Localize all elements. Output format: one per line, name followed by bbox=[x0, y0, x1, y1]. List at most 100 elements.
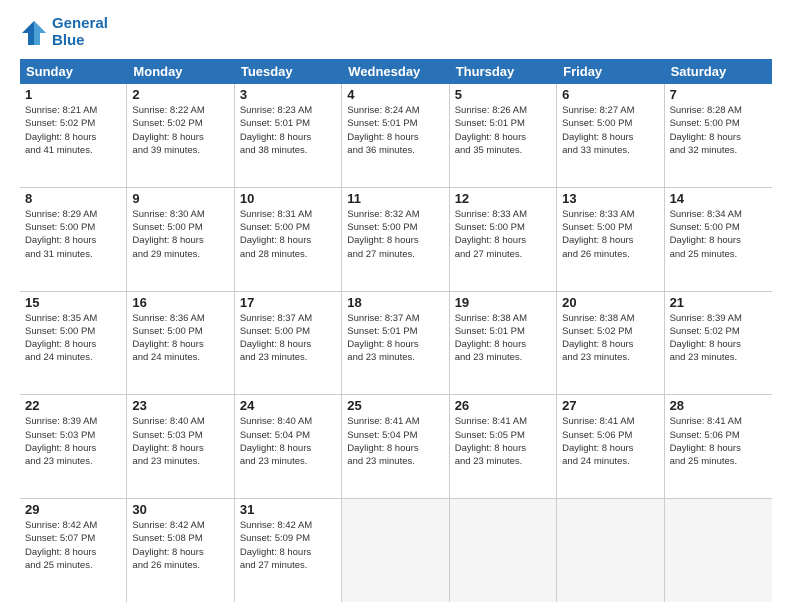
cell-line: Daylight: 8 hours bbox=[455, 338, 551, 351]
calendar-cell: 11Sunrise: 8:32 AMSunset: 5:00 PMDayligh… bbox=[342, 188, 449, 291]
cell-line: Daylight: 8 hours bbox=[347, 131, 443, 144]
cell-line: Sunset: 5:02 PM bbox=[132, 117, 228, 130]
calendar-cell: 3Sunrise: 8:23 AMSunset: 5:01 PMDaylight… bbox=[235, 84, 342, 187]
cell-line: Sunrise: 8:26 AM bbox=[455, 104, 551, 117]
cell-line: and 23 minutes. bbox=[562, 351, 658, 364]
calendar-cell: 24Sunrise: 8:40 AMSunset: 5:04 PMDayligh… bbox=[235, 395, 342, 498]
cell-line: and 39 minutes. bbox=[132, 144, 228, 157]
cell-line: Sunset: 5:02 PM bbox=[670, 325, 767, 338]
calendar-row: 1Sunrise: 8:21 AMSunset: 5:02 PMDaylight… bbox=[20, 84, 772, 188]
cell-info: Sunrise: 8:41 AMSunset: 5:04 PMDaylight:… bbox=[347, 415, 443, 468]
cell-line: Sunrise: 8:31 AM bbox=[240, 208, 336, 221]
cell-info: Sunrise: 8:41 AMSunset: 5:05 PMDaylight:… bbox=[455, 415, 551, 468]
calendar-cell bbox=[342, 499, 449, 602]
cell-line: Sunrise: 8:39 AM bbox=[25, 415, 121, 428]
cell-line: Sunrise: 8:37 AM bbox=[240, 312, 336, 325]
calendar-cell: 1Sunrise: 8:21 AMSunset: 5:02 PMDaylight… bbox=[20, 84, 127, 187]
cell-line: and 23 minutes. bbox=[240, 455, 336, 468]
cell-line: Sunset: 5:00 PM bbox=[240, 325, 336, 338]
calendar-cell bbox=[665, 499, 772, 602]
header-day: Thursday bbox=[450, 59, 557, 84]
day-number: 25 bbox=[347, 398, 443, 413]
day-number: 27 bbox=[562, 398, 658, 413]
day-number: 14 bbox=[670, 191, 767, 206]
header: General Blue bbox=[20, 16, 772, 49]
cell-line: Sunrise: 8:22 AM bbox=[132, 104, 228, 117]
cell-line: Sunrise: 8:38 AM bbox=[562, 312, 658, 325]
cell-line: Sunset: 5:02 PM bbox=[562, 325, 658, 338]
cell-line: Daylight: 8 hours bbox=[240, 442, 336, 455]
header-day: Friday bbox=[557, 59, 664, 84]
cell-line: and 23 minutes. bbox=[455, 455, 551, 468]
cell-info: Sunrise: 8:40 AMSunset: 5:03 PMDaylight:… bbox=[132, 415, 228, 468]
cell-line: Sunrise: 8:30 AM bbox=[132, 208, 228, 221]
cell-line: and 41 minutes. bbox=[25, 144, 121, 157]
cell-line: Sunset: 5:08 PM bbox=[132, 532, 228, 545]
cell-line: and 28 minutes. bbox=[240, 248, 336, 261]
calendar-cell: 12 Sunrise: 8:33 AMSunset: 5:00 PMDayligh… bbox=[450, 188, 557, 291]
calendar-cell: 4Sunrise: 8:24 AMSunset: 5:01 PMDaylight… bbox=[342, 84, 449, 187]
day-number: 22 bbox=[25, 398, 121, 413]
cell-line: Sunset: 5:09 PM bbox=[240, 532, 336, 545]
cell-line: Sunset: 5:03 PM bbox=[132, 429, 228, 442]
header-day: Tuesday bbox=[235, 59, 342, 84]
cell-info: Sunrise: 8:23 AMSunset: 5:01 PMDaylight:… bbox=[240, 104, 336, 157]
calendar-cell: 21Sunrise: 8:39 AMSunset: 5:02 PMDayligh… bbox=[665, 292, 772, 395]
calendar-cell: 5Sunrise: 8:26 AMSunset: 5:01 PMDaylight… bbox=[450, 84, 557, 187]
calendar-cell: 29Sunrise: 8:42 AMSunset: 5:07 PMDayligh… bbox=[20, 499, 127, 602]
cell-line: Daylight: 8 hours bbox=[240, 131, 336, 144]
cell-line: Daylight: 8 hours bbox=[240, 546, 336, 559]
cell-line: Sunset: 5:01 PM bbox=[240, 117, 336, 130]
cell-line: Daylight: 8 hours bbox=[132, 131, 228, 144]
cell-info: Sunrise: 8:22 AMSunset: 5:02 PMDaylight:… bbox=[132, 104, 228, 157]
cell-line: and 35 minutes. bbox=[455, 144, 551, 157]
cell-line: Daylight: 8 hours bbox=[455, 131, 551, 144]
day-number: 9 bbox=[132, 191, 228, 206]
header-day: Sunday bbox=[20, 59, 127, 84]
cell-line: Daylight: 8 hours bbox=[562, 234, 658, 247]
cell-line: Sunset: 5:00 PM bbox=[25, 221, 121, 234]
cell-line: Sunset: 5:00 PM bbox=[25, 325, 121, 338]
cell-line: Daylight: 8 hours bbox=[132, 338, 228, 351]
cell-line: Sunrise: 8:34 AM bbox=[670, 208, 767, 221]
day-number: 4 bbox=[347, 87, 443, 102]
day-number: 23 bbox=[132, 398, 228, 413]
cell-line: Daylight: 8 hours bbox=[25, 442, 121, 455]
cell-line: Sunset: 5:01 PM bbox=[347, 117, 443, 130]
day-number: 7 bbox=[670, 87, 767, 102]
cell-line: Daylight: 8 hours bbox=[455, 234, 551, 247]
calendar-header: SundayMondayTuesdayWednesdayThursdayFrid… bbox=[20, 59, 772, 84]
cell-line: Sunset: 5:06 PM bbox=[670, 429, 767, 442]
cell-line: Sunrise: 8:41 AM bbox=[670, 415, 767, 428]
cell-info: Sunrise: 8:34 AMSunset: 5:00 PMDaylight:… bbox=[670, 208, 767, 261]
day-number: 12 bbox=[455, 191, 551, 206]
cell-info: Sunrise: 8:30 AMSunset: 5:00 PMDaylight:… bbox=[132, 208, 228, 261]
cell-line: Sunset: 5:03 PM bbox=[25, 429, 121, 442]
day-number: 8 bbox=[25, 191, 121, 206]
day-number: 16 bbox=[132, 295, 228, 310]
cell-line: Daylight: 8 hours bbox=[25, 546, 121, 559]
cell-line: and 24 minutes. bbox=[132, 351, 228, 364]
cell-line: and 26 minutes. bbox=[132, 559, 228, 572]
cell-info: Sunrise: 8:21 AMSunset: 5:02 PMDaylight:… bbox=[25, 104, 121, 157]
cell-info: Sunrise: 8:33 AMSunset: 5:00 PMDaylight:… bbox=[455, 208, 551, 261]
cell-line: Daylight: 8 hours bbox=[347, 234, 443, 247]
cell-line: Sunset: 5:02 PM bbox=[25, 117, 121, 130]
calendar-cell: 17Sunrise: 8:37 AMSunset: 5:00 PMDayligh… bbox=[235, 292, 342, 395]
cell-line: and 23 minutes. bbox=[132, 455, 228, 468]
cell-line: Sunset: 5:00 PM bbox=[132, 325, 228, 338]
cell-info: Sunrise: 8:38 AMSunset: 5:02 PMDaylight:… bbox=[562, 312, 658, 365]
cell-line: and 23 minutes. bbox=[347, 351, 443, 364]
cell-info: Sunrise: 8:37 AMSunset: 5:01 PMDaylight:… bbox=[347, 312, 443, 365]
cell-line: Sunset: 5:00 PM bbox=[347, 221, 443, 234]
calendar-cell: 27Sunrise: 8:41 AMSunset: 5:06 PMDayligh… bbox=[557, 395, 664, 498]
cell-line: and 32 minutes. bbox=[670, 144, 767, 157]
cell-line: Daylight: 8 hours bbox=[132, 234, 228, 247]
cell-line: Daylight: 8 hours bbox=[670, 442, 767, 455]
cell-info: Sunrise: 8:26 AMSunset: 5:01 PMDaylight:… bbox=[455, 104, 551, 157]
calendar-page: General Blue SundayMondayTuesdayWednesda… bbox=[0, 0, 792, 612]
day-number: 2 bbox=[132, 87, 228, 102]
calendar-cell bbox=[450, 499, 557, 602]
cell-line: Daylight: 8 hours bbox=[670, 338, 767, 351]
cell-line: Sunset: 5:00 PM bbox=[562, 221, 658, 234]
